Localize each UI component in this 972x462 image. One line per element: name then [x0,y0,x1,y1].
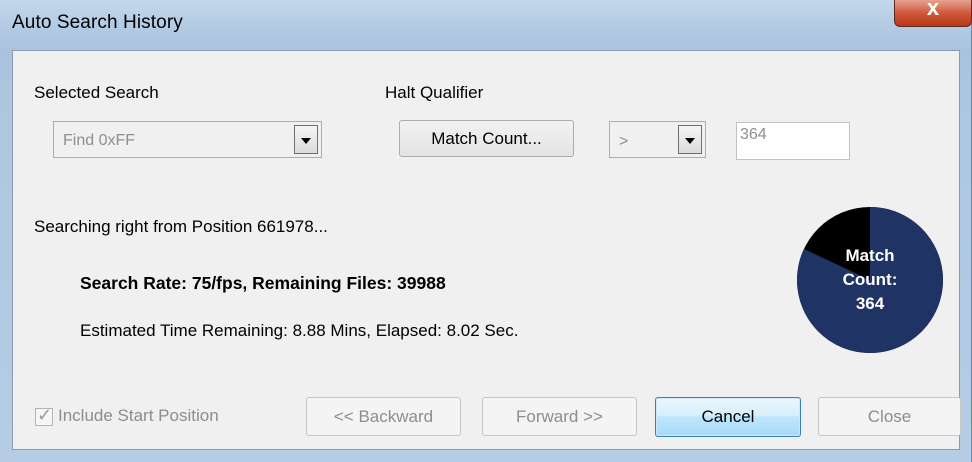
include-start-label: Include Start Position [58,406,219,425]
search-rate-text: Search Rate: 75/fps, Remaining Files: 39… [80,273,446,293]
close-button[interactable]: Close [818,397,961,436]
window-title: Auto Search History [12,12,183,33]
match-count-button[interactable]: Match Count... [399,120,574,157]
halt-operator-dropdown[interactable]: > [609,121,706,158]
cancel-button[interactable]: Cancel [655,397,801,437]
halt-threshold-input[interactable]: 364 [736,122,850,160]
dialog-client-area: Selected Search Find 0xFF Halt Qualifier… [12,50,961,450]
include-start-checkbox[interactable]: ✓ [35,405,53,426]
halt-qualifier-label: Halt Qualifier [385,83,484,102]
pie-label: Match Count: 364 [794,244,946,316]
window-close-button[interactable]: x [894,0,972,27]
pie-label-line1: Match [845,246,895,265]
backward-button[interactable]: << Backward [306,397,461,436]
halt-operator-value: > [619,133,629,150]
time-remaining-text: Estimated Time Remaining: 8.88 Mins, Ela… [80,321,519,340]
close-icon: x [926,0,940,20]
selected-search-value: Find 0xFF [63,132,136,149]
forward-button[interactable]: Forward >> [482,397,637,436]
searching-status-text: Searching right from Position 661978... [34,217,328,236]
selected-search-label: Selected Search [34,83,159,102]
checkmark-icon: ✓ [37,405,53,425]
chevron-down-icon[interactable] [678,125,702,154]
chevron-down-icon[interactable] [294,125,318,154]
pie-label-line3: 364 [855,294,885,313]
pie-label-line2: Count: [842,270,898,289]
dialog-window: Auto Search History x Selected Search Fi… [0,0,972,462]
selected-search-dropdown[interactable]: Find 0xFF [53,121,322,158]
